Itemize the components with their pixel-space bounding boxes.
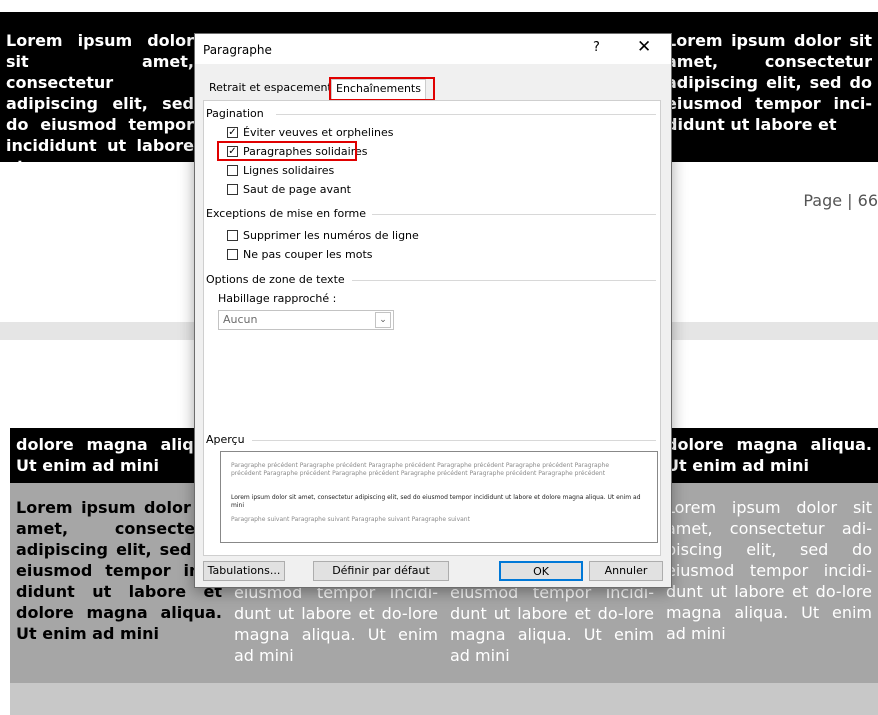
bottom-cell-right: Lorem ipsum dolor sit amet, consectetur … [660,483,878,683]
preview-current-paragraph: Lorem ipsum dolor sit amet, consectetur … [231,494,641,509]
tabs-button[interactable]: Tabulations... [203,561,285,581]
top-table-cell-4: Lorem ipsum dolor sit amet, consectetur … [660,12,878,162]
chevron-down-icon: ⌄ [375,312,391,328]
dialog-title: Paragraphe [203,43,272,57]
preview-title: Aperçu [206,433,245,446]
bottom-row-empty [10,683,878,715]
checkbox-widow-orphan[interactable]: ✓ Éviter veuves et orphelines [227,125,394,139]
top-table-cell-1: Lorem ipsum dolor sit amet, consectetur … [0,12,200,162]
checkbox-suppress-line-numbers[interactable]: Supprimer les numéros de ligne [227,228,419,242]
wrap-select[interactable]: Aucun ⌄ [218,310,394,330]
checkbox-unchecked-icon [227,183,238,195]
bottom-header-right: dolore magna aliqua. Ut enim ad mini [660,428,878,483]
checkbox-keep-lines-together[interactable]: Lignes solidaires [227,163,334,177]
checkbox-page-break-before[interactable]: Saut de page avant [227,182,351,196]
dialog-titlebar[interactable]: Paragraphe ? ✕ [195,34,671,64]
ok-button[interactable]: OK [499,561,583,581]
paragraph-dialog: Paragraphe ? ✕ Retrait et espacement Enc… [194,33,672,588]
page-number: Page | 66 [803,191,878,210]
preview-previous-paragraph: Paragraphe précédent Paragraphe précéden… [231,462,610,477]
checkbox-unchecked-icon [227,229,238,241]
checkbox-unchecked-icon [227,164,238,176]
cancel-button[interactable]: Annuler [589,561,663,581]
preview-box: Paragraphe précédent Paragraphe précéden… [220,451,658,543]
formatting-divider [372,214,656,215]
preview-divider [252,440,656,441]
tab-content-panel: Pagination ✓ Éviter veuves et orphelines… [203,100,661,556]
checkbox-unchecked-icon [227,248,238,260]
highlight-box-tab [329,77,435,101]
highlight-box-keep-with-next [217,141,357,161]
close-icon[interactable]: ✕ [637,37,651,57]
preview-next-paragraph: Paragraphe suivant Paragraphe suivant Pa… [231,516,470,523]
pagination-divider [276,114,656,115]
help-icon[interactable]: ? [593,40,600,55]
pagination-title: Pagination [206,107,264,120]
formatting-exceptions-title: Exceptions de mise en forme [206,207,367,220]
checkbox-dont-hyphenate[interactable]: Ne pas couper les mots [227,247,373,261]
set-default-button[interactable]: Définir par défaut [313,561,449,581]
checkbox-checked-icon: ✓ [227,126,238,138]
wrap-select-value: Aucun [223,313,258,326]
wrap-label: Habillage rapproché : [218,292,337,305]
textbox-divider [352,280,656,281]
tab-indent-spacing[interactable]: Retrait et espacement [205,79,336,101]
textbox-options-title: Options de zone de texte [206,273,345,286]
